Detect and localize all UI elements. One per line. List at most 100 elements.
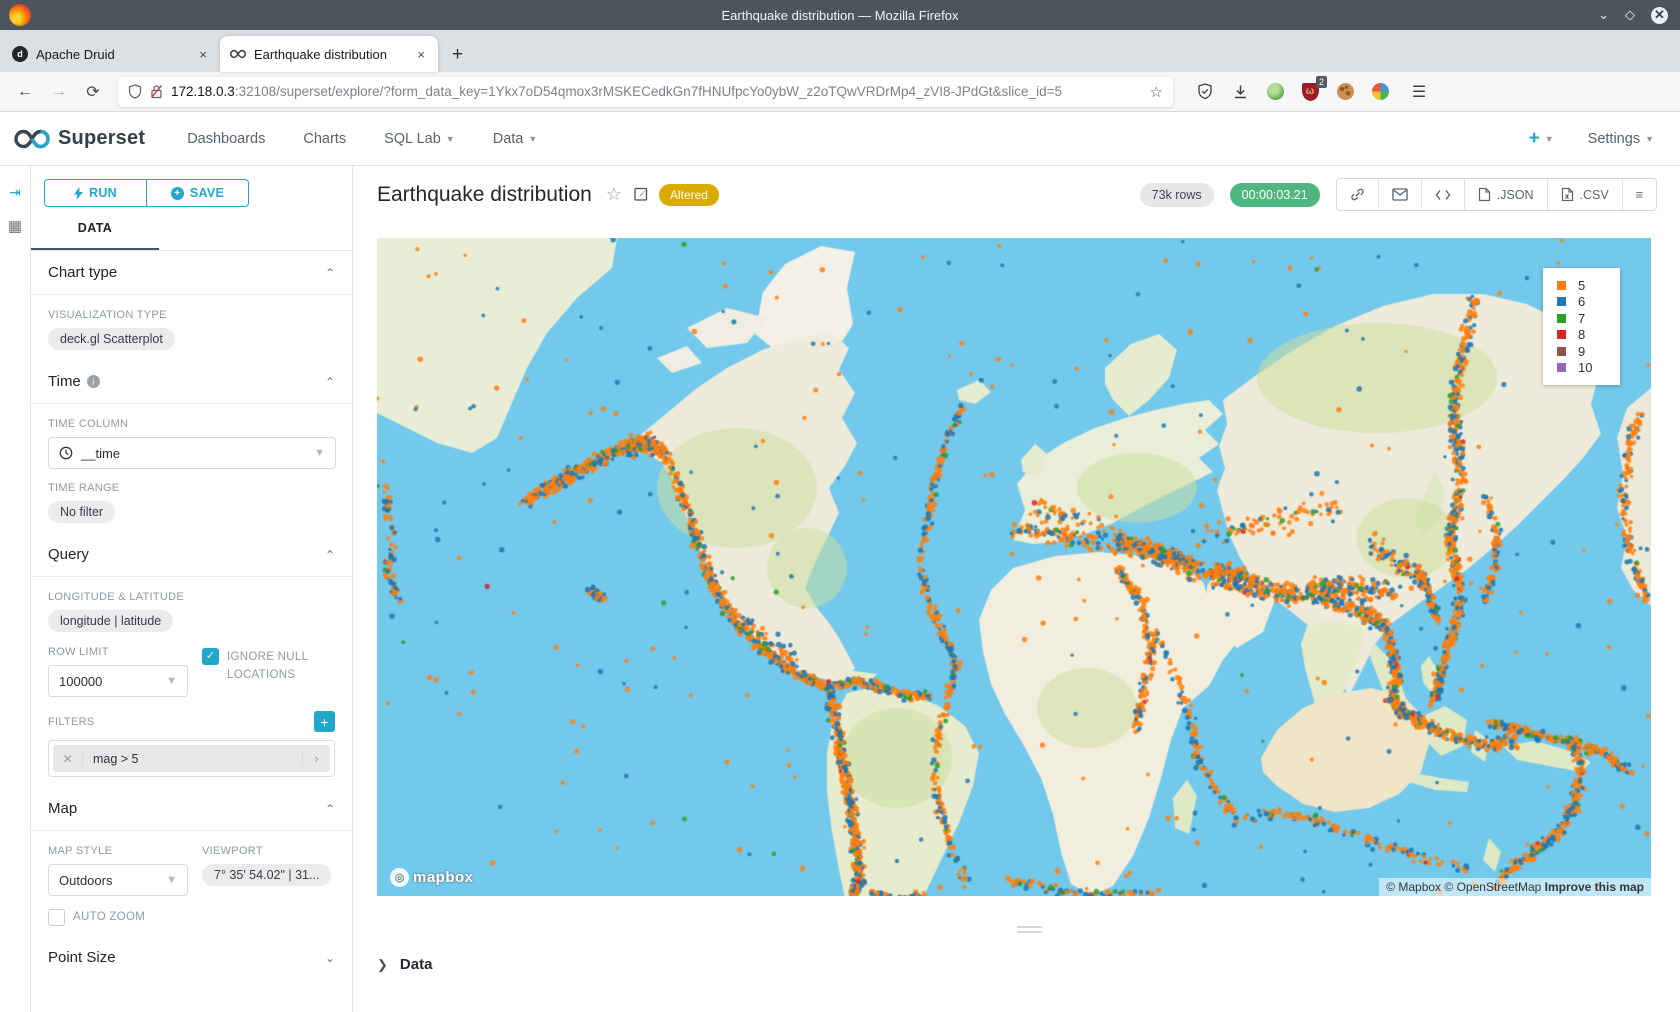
tab-apache-druid[interactable]: d Apache Druid × (2, 36, 220, 72)
nav-dashboards[interactable]: Dashboards (187, 131, 265, 147)
viz-type-label: VISUALIZATION TYPE (48, 309, 335, 321)
window-minimize-icon[interactable]: ⌄ (1598, 7, 1609, 23)
deckgl-map[interactable]: 5678910 ◎ mapbox © Mapbox © OpenStreetMa… (377, 238, 1651, 896)
chevron-down-icon: ▼ (166, 874, 177, 886)
dataset-grid-icon[interactable]: ▦ (8, 217, 22, 235)
tab-close-icon[interactable]: × (414, 47, 428, 62)
new-tab-button[interactable]: + (438, 44, 477, 72)
superset-navbar: Superset Dashboards Charts SQL Lab▼ Data… (0, 112, 1680, 166)
viewport-label: VIEWPORT (202, 845, 335, 857)
superset-infinity-icon (14, 127, 50, 151)
ignore-null-checkbox[interactable]: ✓ (202, 648, 219, 665)
download-icon[interactable] (1230, 82, 1250, 102)
nav-charts[interactable]: Charts (303, 131, 346, 147)
save-button[interactable]: + SAVE (147, 180, 248, 206)
insecure-lock-icon[interactable] (150, 84, 163, 99)
legend-item[interactable]: 10 (1557, 360, 1620, 377)
new-item-button[interactable]: +▼ (1529, 128, 1554, 150)
legend-item[interactable]: 5 (1557, 277, 1620, 294)
export-json-button[interactable]: .JSON (1465, 179, 1548, 210)
url-bar[interactable]: 172.18.0.3:32108/superset/explore/?form_… (118, 77, 1173, 107)
section-map[interactable]: Map ⌃ (31, 787, 352, 831)
chevron-down-icon: ▼ (446, 134, 455, 144)
data-panel-header[interactable]: ❯ Data (377, 956, 432, 973)
tab-bar: d Apache Druid × Earthquake distribution… (0, 30, 1680, 72)
menu-hamburger-icon[interactable]: ☰ (1409, 82, 1429, 102)
superset-favicon (230, 46, 246, 62)
embed-code-button[interactable] (1422, 179, 1465, 210)
superset-logo[interactable]: Superset (14, 127, 145, 151)
auto-zoom-checkbox[interactable] (48, 909, 65, 926)
map-attribution: © Mapbox © OpenStreetMap Improve this ma… (1379, 878, 1651, 896)
lonlat-value[interactable]: longitude | latitude (48, 610, 173, 632)
chart-title: Earthquake distribution (377, 183, 592, 207)
more-options-button[interactable]: ≡ (1623, 179, 1656, 210)
legend-swatch (1557, 314, 1566, 323)
row-limit-select[interactable]: 100000 ▼ (48, 665, 188, 697)
window-close-icon[interactable]: ✕ (1651, 7, 1668, 24)
nav-data[interactable]: Data▼ (493, 131, 538, 147)
legend-swatch (1557, 330, 1566, 339)
chevron-right-icon[interactable]: › (302, 751, 330, 766)
mapbox-logo[interactable]: ◎ mapbox (390, 868, 474, 887)
privacy-extension-icon[interactable] (1265, 82, 1285, 102)
map-style-select[interactable]: Outdoors ▼ (48, 864, 188, 896)
run-button[interactable]: RUN (45, 180, 146, 206)
section-chart-type[interactable]: Chart type ⌃ (31, 251, 352, 295)
map-legend: 5678910 (1543, 268, 1620, 385)
altered-badge[interactable]: Altered (659, 184, 719, 206)
tab-earthquake-distribution[interactable]: Earthquake distribution × (220, 36, 438, 72)
tab-data[interactable]: DATA (31, 221, 159, 250)
section-query[interactable]: Query ⌃ (31, 533, 352, 577)
browser-toolbar: ← → ⟳ 172.18.0.3:32108/superset/explore/… (0, 72, 1680, 112)
panel-resize-handle[interactable] (1017, 926, 1042, 936)
tab-close-icon[interactable]: × (196, 47, 210, 62)
ignore-null-label: IGNORE NULL LOCATIONS (227, 648, 327, 697)
cookie-extension-icon[interactable] (1335, 82, 1355, 102)
container-extension-icon[interactable] (1370, 82, 1390, 102)
ublock-extension-icon[interactable]: ω 2 (1300, 82, 1320, 102)
export-csv-button[interactable]: .CSV (1548, 179, 1623, 210)
envelope-icon (1392, 188, 1408, 201)
chevron-up-icon: ⌃ (325, 802, 335, 816)
pocket-shield-icon[interactable] (1195, 82, 1215, 102)
viewport-value[interactable]: 7° 35' 54.02" | 31... (202, 864, 331, 886)
viz-type-value[interactable]: deck.gl Scatterplot (48, 328, 175, 350)
extension-toolbar: ω 2 ☰ (1195, 82, 1429, 102)
legend-item[interactable]: 9 (1557, 343, 1620, 360)
scatterplot-canvas[interactable] (377, 238, 1651, 896)
attrib-improve-link[interactable]: Improve this map (1545, 880, 1644, 894)
section-point-size[interactable]: Point Size ⌄ (31, 936, 352, 979)
settings-menu[interactable]: Settings▼ (1588, 131, 1654, 147)
time-column-select[interactable]: __time ▼ (48, 437, 336, 469)
filter-chip[interactable]: ✕ mag > 5 › (53, 745, 330, 772)
remove-filter-icon[interactable]: ✕ (53, 752, 83, 766)
nav-sql-lab[interactable]: SQL Lab▼ (384, 131, 455, 147)
email-button[interactable] (1379, 179, 1422, 210)
legend-item[interactable]: 8 (1557, 327, 1620, 344)
legend-swatch (1557, 363, 1566, 372)
panel-tabs: DATA (31, 221, 352, 251)
legend-label: 9 (1578, 344, 1585, 359)
legend-item[interactable]: 7 (1557, 310, 1620, 327)
back-button[interactable]: ← (10, 77, 40, 107)
chevron-down-icon: ▼ (314, 447, 325, 459)
mapbox-circle-icon: ◎ (390, 868, 409, 887)
time-range-value[interactable]: No filter (48, 501, 115, 523)
favorite-star-icon[interactable]: ☆ (606, 184, 622, 205)
copy-link-button[interactable] (1337, 179, 1379, 210)
bookmark-star-icon[interactable]: ☆ (1150, 83, 1163, 101)
section-time[interactable]: Time i ⌃ (31, 360, 352, 404)
reload-button[interactable]: ⟳ (78, 77, 108, 107)
forward-button[interactable]: → (44, 77, 74, 107)
collapse-panel-icon[interactable]: ⇥ (9, 184, 21, 201)
url-text[interactable]: 172.18.0.3:32108/superset/explore/?form_… (171, 84, 1142, 99)
chevron-down-icon: ⌄ (325, 951, 335, 965)
legend-item[interactable]: 6 (1557, 294, 1620, 311)
attrib-osm[interactable]: © OpenStreetMap (1444, 880, 1541, 894)
window-restore-icon[interactable]: ◇ (1625, 7, 1635, 23)
tracking-shield-icon[interactable] (128, 84, 142, 99)
edit-properties-icon[interactable] (634, 186, 649, 204)
attrib-mapbox[interactable]: © Mapbox (1386, 880, 1441, 894)
add-filter-button[interactable]: + (314, 711, 335, 732)
